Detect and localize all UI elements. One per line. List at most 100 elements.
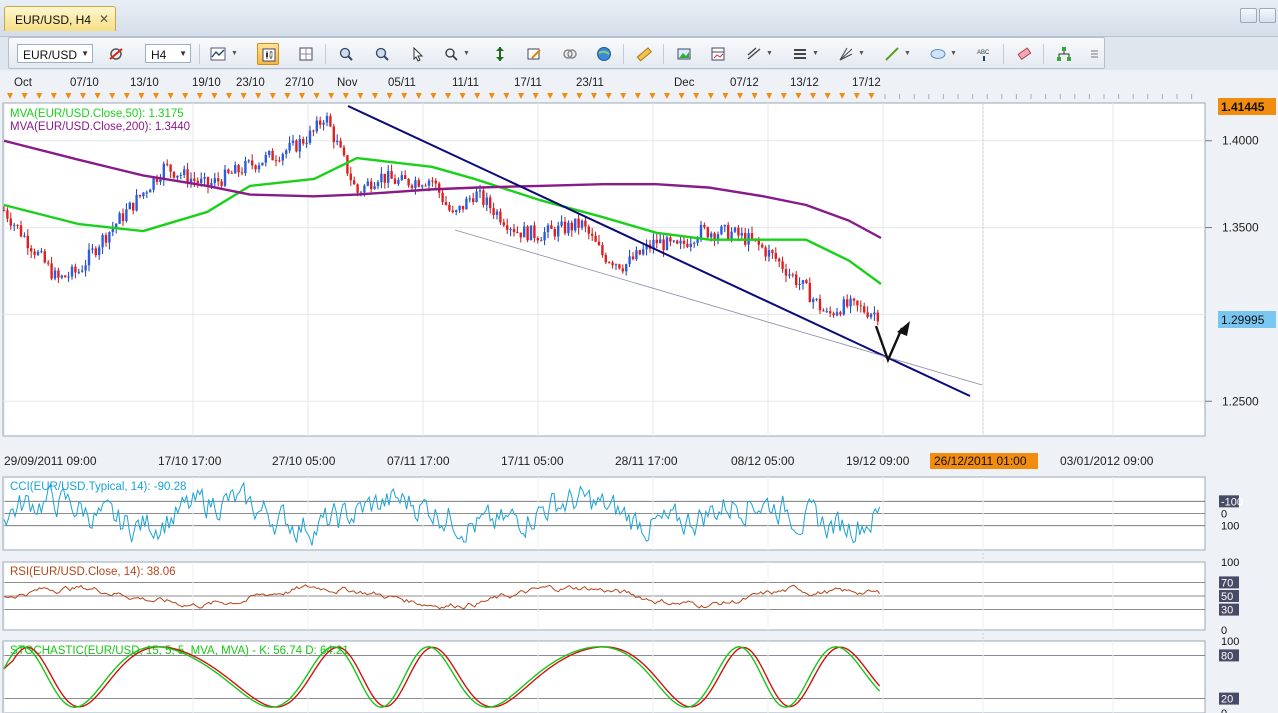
candle-body xyxy=(699,224,703,239)
bottom-date-label: 27/10 05:00 xyxy=(272,454,336,468)
candle-body xyxy=(478,190,482,192)
pointer-icon[interactable] xyxy=(407,43,429,65)
candle-body xyxy=(179,175,182,177)
object-tree-icon[interactable] xyxy=(1053,43,1075,65)
maximize-icon[interactable] xyxy=(1259,8,1276,23)
candle-body xyxy=(57,270,60,278)
day-marker xyxy=(255,93,262,99)
day-marker xyxy=(445,93,451,99)
day-marker xyxy=(474,93,481,99)
link-icon[interactable] xyxy=(559,43,581,65)
globe-icon[interactable] xyxy=(593,43,615,65)
candle-body xyxy=(529,225,533,241)
template-icon[interactable] xyxy=(707,43,729,65)
candle-body xyxy=(281,154,284,161)
candle-body xyxy=(254,165,257,170)
day-marker xyxy=(167,93,174,99)
chevron-down-icon[interactable]: ▼ xyxy=(766,50,773,57)
indicator-tick-label: 100 xyxy=(1221,521,1239,533)
candle-body xyxy=(591,233,594,236)
toolbar-options-icon[interactable] xyxy=(1087,43,1101,65)
symbol-select[interactable]: EUR/USD ▼ xyxy=(17,44,93,63)
candle-body xyxy=(560,221,563,226)
candle-body xyxy=(223,169,227,186)
chevron-down-icon[interactable]: ▼ xyxy=(812,50,819,57)
picture-icon[interactable] xyxy=(673,43,695,65)
grid-icon[interactable] xyxy=(295,43,317,65)
candle-body xyxy=(108,231,111,243)
candle-body xyxy=(407,178,410,186)
candle-body xyxy=(631,256,635,260)
candle-body xyxy=(33,251,36,255)
trendline-tool-icon[interactable] xyxy=(743,43,765,65)
tab-eurusd-h4[interactable]: EUR/USD, H4 ✕ xyxy=(4,6,116,31)
day-marker xyxy=(591,93,597,99)
eraser-icon[interactable] xyxy=(1013,43,1035,65)
day-marker xyxy=(795,93,802,99)
ellipse-tool-icon[interactable] xyxy=(927,43,949,65)
edit-chart-icon[interactable] xyxy=(523,43,545,65)
close-icon[interactable]: ✕ xyxy=(99,12,109,26)
candle-body xyxy=(84,265,87,271)
day-marker xyxy=(693,93,700,99)
indicator-tick-label: 70 xyxy=(1221,577,1233,589)
candle-body xyxy=(856,300,859,306)
crosshair-icon[interactable] xyxy=(105,43,127,65)
day-marker xyxy=(649,93,656,99)
candle-body xyxy=(213,178,216,183)
day-marker xyxy=(36,93,43,99)
candle-body xyxy=(635,250,638,260)
top-date-label: 17/11 xyxy=(514,77,542,89)
day-marker xyxy=(634,93,641,99)
candle-body xyxy=(750,233,754,239)
day-marker xyxy=(21,93,28,99)
candle-body xyxy=(448,204,451,211)
ruler-icon[interactable] xyxy=(633,43,655,65)
candle-body xyxy=(540,240,543,242)
candle-body xyxy=(217,178,220,182)
candle-body xyxy=(193,178,196,181)
candle-body xyxy=(414,180,417,189)
candle-body xyxy=(274,160,278,162)
candle-body xyxy=(101,235,104,248)
zoom-in-icon[interactable] xyxy=(335,43,357,65)
chevron-down-icon[interactable]: ▼ xyxy=(858,50,865,57)
chevron-down-icon[interactable]: ▼ xyxy=(463,50,470,57)
fan-tool-icon[interactable] xyxy=(835,43,857,65)
fit-vertical-icon[interactable] xyxy=(489,43,511,65)
chevron-down-icon[interactable]: ▼ xyxy=(231,50,238,57)
pencil-line-icon[interactable] xyxy=(881,43,903,65)
day-marker xyxy=(211,93,218,99)
candle-body xyxy=(621,268,624,272)
period-select[interactable]: H4 ▼ xyxy=(145,44,191,63)
candle-body xyxy=(492,208,495,215)
chevron-down-icon[interactable]: ▼ xyxy=(904,50,911,57)
day-marker xyxy=(372,93,378,99)
day-marker xyxy=(620,93,627,99)
candle-body xyxy=(339,140,342,148)
zoom-out-icon[interactable] xyxy=(371,43,393,65)
candle-body xyxy=(376,182,380,187)
candle-body xyxy=(23,235,26,237)
chevron-down-icon[interactable]: ▼ xyxy=(950,50,957,57)
lines-tool-icon[interactable] xyxy=(789,43,811,65)
text-tool-icon[interactable]: ABC xyxy=(973,43,995,65)
candle-body xyxy=(584,220,587,227)
candle-body xyxy=(533,225,536,239)
day-marker xyxy=(722,93,729,99)
candle-body xyxy=(720,226,723,235)
candle-body xyxy=(397,179,400,184)
chart-type-icon[interactable] xyxy=(207,43,229,65)
ma50-legend: MVA(EUR/USD.Close,50): 1.3175 xyxy=(10,108,184,120)
restore-icon[interactable] xyxy=(1240,8,1257,23)
candle-body xyxy=(183,169,186,176)
price-chart[interactable]: Oct 07/10 13/10 19/10 23/10 27/10 Nov 05/11 11/1… xyxy=(0,70,1278,713)
candle-body xyxy=(869,314,873,318)
candle-body xyxy=(523,226,526,238)
candle-body xyxy=(781,261,784,270)
magnifier-icon[interactable] xyxy=(441,43,463,65)
candles-icon[interactable] xyxy=(257,43,279,65)
candle-body xyxy=(149,189,152,193)
chart-area[interactable]: Oct 07/10 13/10 19/10 23/10 27/10 Nov 05/11 11/1… xyxy=(0,70,1278,713)
candle-body xyxy=(686,243,689,247)
